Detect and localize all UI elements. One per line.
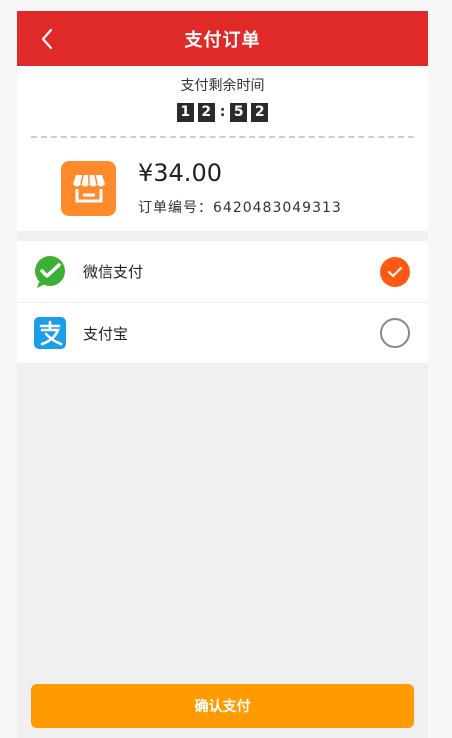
store-icon xyxy=(61,160,116,216)
payment-label: 支付宝 xyxy=(83,324,129,343)
payment-method-list: 微信支付 支付宝 xyxy=(17,241,428,363)
countdown-separator: : xyxy=(219,104,226,120)
order-price: ¥34.00 xyxy=(138,159,222,187)
unselected-radio[interactable] xyxy=(380,318,410,348)
selected-radio[interactable] xyxy=(380,256,410,287)
page-title: 支付订单 xyxy=(184,29,261,51)
payment-screen: 支付订单 支付剩余时间 1 2 : 5 2 ¥34.00 订单编号：642048… xyxy=(17,11,428,738)
order-info: ¥34.00 订单编号：6420483049313 xyxy=(17,138,428,231)
order-number: 订单编号：6420483049313 xyxy=(138,200,342,216)
countdown-digit: 1 xyxy=(176,102,194,122)
countdown-label: 支付剩余时间 xyxy=(180,78,265,94)
countdown-digit: 2 xyxy=(251,102,269,122)
countdown-digit: 5 xyxy=(230,102,248,122)
back-button[interactable] xyxy=(29,11,65,66)
countdown-digit: 2 xyxy=(197,102,215,122)
confirm-payment-button[interactable]: 确认支付 xyxy=(31,684,414,728)
alipay-icon xyxy=(33,316,67,350)
wechat-pay-icon xyxy=(33,255,67,289)
payment-option-wechat[interactable]: 微信支付 xyxy=(17,241,428,302)
order-summary: 支付剩余时间 1 2 : 5 2 ¥34.00 订单编号：64204830493 xyxy=(17,66,428,231)
payment-option-alipay[interactable]: 支付宝 xyxy=(17,302,428,363)
countdown-timer: 1 2 : 5 2 xyxy=(17,102,428,122)
navbar: 支付订单 xyxy=(17,11,428,66)
payment-label: 微信支付 xyxy=(83,263,144,281)
back-icon xyxy=(41,28,53,49)
check-icon xyxy=(388,266,402,277)
